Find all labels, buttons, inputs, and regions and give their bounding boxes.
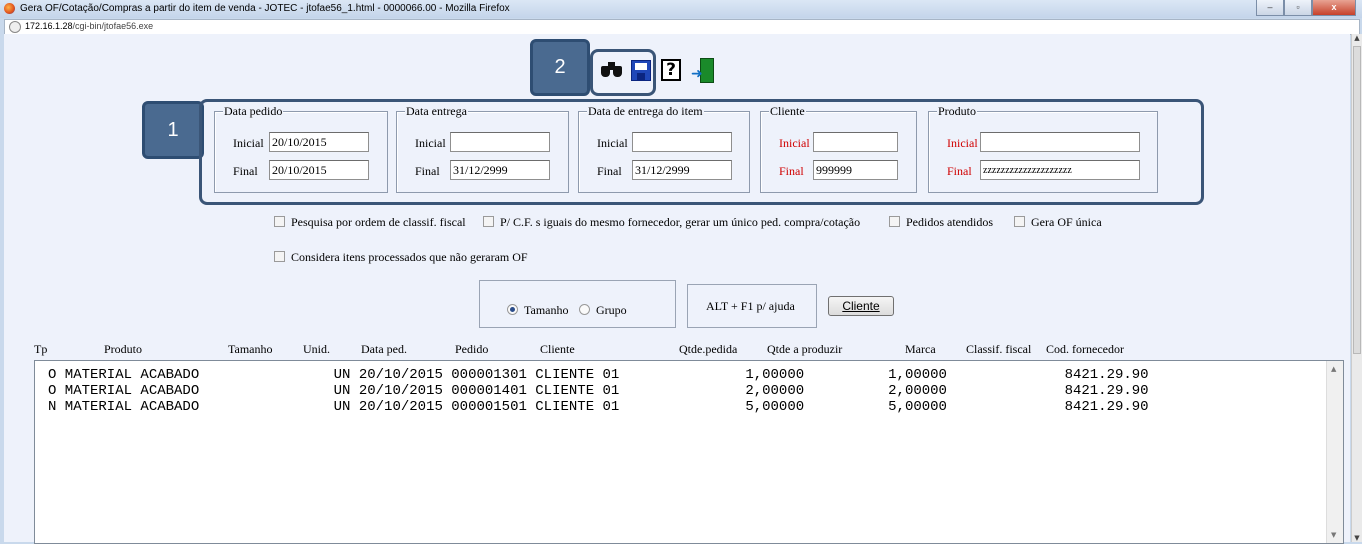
data-entrega-item-inicial-label: Inicial: [597, 136, 628, 150]
callout-2: 2: [530, 39, 590, 96]
scroll-thumb[interactable]: [1353, 46, 1361, 354]
exit-button[interactable]: ➜: [688, 56, 714, 84]
cf-iguais-option[interactable]: P/ C.F. s iguais do mesmo fornecedor, ge…: [483, 215, 860, 230]
data-entrega-inicial-label: Inicial: [415, 136, 446, 150]
data-entrega-legend: Data entrega: [405, 104, 468, 119]
ordenacao-radio-group: Tamanho Grupo: [479, 280, 676, 328]
col-header-data-ped: Data ped.: [361, 342, 407, 356]
list-item[interactable]: O MATERIAL ACABADO UN 20/10/2015 0000013…: [48, 367, 1149, 383]
col-header-marca: Marca: [905, 342, 936, 356]
col-header-pedido: Pedido: [455, 342, 489, 356]
data-entrega-inicial-input[interactable]: [450, 132, 550, 152]
produto-final-input[interactable]: [980, 160, 1140, 180]
grupo-radio[interactable]: [579, 304, 590, 315]
cliente-inicial-input[interactable]: [813, 132, 898, 152]
help-icon: ?: [661, 59, 681, 81]
help-hint-text: ALT + F1 p/ ajuda: [706, 299, 795, 313]
col-header-tp: Tp: [34, 342, 48, 356]
cliente-final-label: Final: [779, 164, 804, 178]
data-entrega-item-legend: Data de entrega do item: [587, 104, 704, 119]
col-header-unid: Unid.: [303, 342, 330, 356]
data-entrega-item-final-label: Final: [597, 164, 622, 178]
firefox-icon: [4, 3, 15, 14]
page-scrollbar[interactable]: ▲ ▼: [1351, 34, 1362, 542]
data-pedido-final-label: Final: [233, 164, 258, 178]
tamanho-radio[interactable]: [507, 304, 518, 315]
data-entrega-final-input[interactable]: [450, 160, 550, 180]
col-header-classif-fiscal: Classif. fiscal: [966, 342, 1032, 356]
address-bar[interactable]: 172.16.1.28/cgi-bin/jtofae56.exe: [4, 19, 1360, 35]
col-header-qtde-pedida: Qtde.pedida: [679, 342, 738, 356]
considera-itens-option[interactable]: Considera itens processados que não gera…: [274, 250, 528, 265]
pedidos-atendidos-option[interactable]: Pedidos atendidos: [889, 215, 993, 230]
col-header-produto: Produto: [104, 342, 143, 356]
data-entrega-item-group: Data de entrega do item Inicial Final: [578, 104, 750, 193]
scroll-up-icon[interactable]: ▲: [1352, 34, 1362, 42]
pedidos-atendidos-checkbox[interactable]: [889, 216, 900, 227]
data-pedido-inicial-input[interactable]: [269, 132, 369, 152]
col-header-cliente: Cliente: [540, 342, 575, 356]
data-entrega-final-label: Final: [415, 164, 440, 178]
grupo-radio-option[interactable]: Grupo: [579, 303, 627, 318]
scroll-down-icon[interactable]: ▼: [1352, 534, 1362, 542]
data-pedido-group: Data pedido Inicial Final: [214, 104, 388, 193]
produto-inicial-input[interactable]: [980, 132, 1140, 152]
cliente-legend: Cliente: [769, 104, 806, 119]
cliente-group: Cliente Inicial Final: [760, 104, 917, 193]
data-pedido-legend: Data pedido: [223, 104, 284, 119]
cliente-final-input[interactable]: [813, 160, 898, 180]
tamanho-radio-option[interactable]: Tamanho: [507, 303, 568, 318]
help-button[interactable]: ?: [658, 56, 684, 84]
gera-of-unica-option[interactable]: Gera OF única: [1014, 215, 1102, 230]
data-entrega-item-final-input[interactable]: [632, 160, 732, 180]
maximize-button[interactable]: ▫: [1284, 0, 1312, 16]
pesquisa-classif-option[interactable]: Pesquisa por ordem de classif. fiscal: [274, 215, 466, 230]
produto-legend: Produto: [937, 104, 978, 119]
browser-window: Gera OF/Cotação/Compras a partir do item…: [0, 0, 1362, 544]
col-header-qtde-produzir: Qtde a produzir: [767, 342, 843, 356]
data-pedido-inicial-label: Inicial: [233, 136, 264, 150]
data-pedido-final-input[interactable]: [269, 160, 369, 180]
url-text: 172.16.1.28/cgi-bin/jtofae56.exe: [25, 21, 154, 31]
considera-itens-checkbox[interactable]: [274, 251, 285, 262]
list-item[interactable]: N MATERIAL ACABADO UN 20/10/2015 0000015…: [48, 399, 1149, 415]
produto-final-label: Final: [947, 164, 972, 178]
list-item[interactable]: O MATERIAL ACABADO UN 20/10/2015 0000014…: [48, 383, 1149, 399]
cliente-inicial-label: Inicial: [779, 136, 810, 150]
pesquisa-classif-checkbox[interactable]: [274, 216, 285, 227]
produto-group: Produto Inicial Final: [928, 104, 1158, 193]
site-identity-icon[interactable]: [9, 21, 21, 33]
data-entrega-item-inicial-input[interactable]: [632, 132, 732, 152]
gera-of-unica-checkbox[interactable]: [1014, 216, 1025, 227]
items-listbox[interactable]: O MATERIAL ACABADO UN 20/10/2015 0000013…: [34, 360, 1344, 544]
help-hint-box: ALT + F1 p/ ajuda: [687, 284, 817, 328]
callout-1: 1: [142, 101, 204, 159]
window-title: Gera OF/Cotação/Compras a partir do item…: [20, 3, 510, 14]
list-scrollbar[interactable]: ▲ ▼: [1326, 361, 1343, 543]
produto-inicial-label: Inicial: [947, 136, 978, 150]
col-header-tamanho: Tamanho: [228, 342, 273, 356]
cf-iguais-checkbox[interactable]: [483, 216, 494, 227]
title-bar: Gera OF/Cotação/Compras a partir do item…: [0, 0, 1362, 18]
exit-icon: ➜: [691, 58, 714, 83]
search-highlight: [590, 49, 656, 96]
close-button[interactable]: x: [1312, 0, 1356, 16]
minimize-button[interactable]: –: [1256, 0, 1284, 16]
data-entrega-group: Data entrega Inicial Final: [396, 104, 569, 193]
col-header-cod-fornecedor: Cod. fornecedor: [1046, 342, 1124, 356]
scroll-down-icon[interactable]: ▼: [1331, 531, 1336, 539]
scroll-up-icon[interactable]: ▲: [1331, 365, 1336, 373]
cliente-button[interactable]: Cliente: [828, 296, 894, 316]
